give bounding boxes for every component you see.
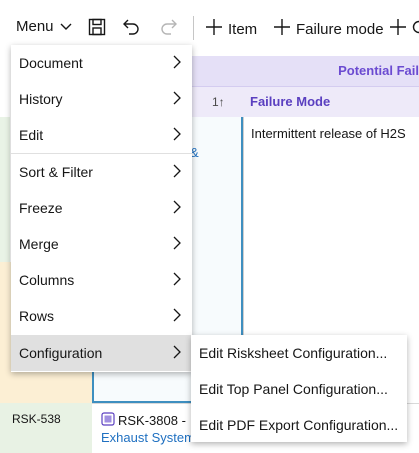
menu-item-edit[interactable]: Edit <box>11 117 192 153</box>
add-failure-mode-button[interactable]: Failure mode <box>273 18 384 40</box>
menu-item-merge[interactable]: Merge <box>11 226 192 262</box>
toolbar-divider <box>193 16 194 40</box>
menu-item-label: History <box>19 91 63 107</box>
submenu-item-edit-pdf-export-config[interactable]: Edit PDF Export Configuration... <box>191 407 407 443</box>
plus-icon <box>389 18 407 40</box>
failure-mode-value: Intermittent release of H2S <box>251 126 406 141</box>
menu-item-label: Columns <box>19 272 75 288</box>
chevron-right-icon <box>172 236 182 253</box>
add-item-button[interactable]: Item <box>205 18 257 40</box>
submenu-item-edit-top-panel-config[interactable]: Edit Top Panel Configuration... <box>191 371 407 407</box>
chevron-right-icon <box>172 164 182 181</box>
menu-item-freeze[interactable]: Freeze <box>11 190 192 226</box>
linked-item-id: RSK-3808 - <box>118 413 186 428</box>
add-more-button[interactable] <box>389 18 419 40</box>
row-id: RSK-538 <box>12 412 61 426</box>
menu-item-rows[interactable]: Rows <box>11 298 192 334</box>
chevron-right-icon <box>172 127 182 144</box>
linked-item-link[interactable]: Exhaust System <box>101 430 195 445</box>
submenu-item-edit-risksheet-config[interactable]: Edit Risksheet Configuration... <box>191 335 407 371</box>
menu-item-document[interactable]: Document <box>11 45 192 81</box>
plus-icon <box>273 18 291 40</box>
chevron-right-icon <box>172 272 182 289</box>
redo-icon[interactable] <box>159 17 179 37</box>
menu-item-label: Freeze <box>19 200 63 216</box>
chevron-right-icon <box>172 200 182 217</box>
plus-icon <box>205 18 223 40</box>
chevron-down-icon <box>60 18 72 35</box>
menu-item-label: Merge <box>19 236 59 252</box>
item-type-icon <box>101 412 115 429</box>
undo-icon[interactable] <box>121 17 141 37</box>
menu-label: Menu <box>16 18 54 35</box>
main-menu-dropdown: Document History Edit Sort & Filter Free… <box>11 45 192 372</box>
configuration-submenu: Edit Risksheet Configuration... Edit Top… <box>191 335 407 442</box>
add-item-label: Item <box>228 20 258 38</box>
chevron-right-icon <box>172 308 182 325</box>
menu-item-columns[interactable]: Columns <box>11 262 192 298</box>
chevron-right-icon <box>172 91 182 108</box>
sort-indicator[interactable]: 1↑ <box>212 95 225 109</box>
row-id-cell[interactable] <box>0 403 92 453</box>
menu-item-label: Edit <box>19 127 44 143</box>
menu-item-label: Rows <box>19 308 55 324</box>
chevron-right-icon <box>172 345 182 362</box>
group-title: Potential Fail <box>338 63 419 78</box>
menu-item-label: Sort & Filter <box>19 164 93 180</box>
menu-item-configuration[interactable]: Configuration <box>11 335 192 371</box>
row-cell-left <box>0 117 10 262</box>
chevron-right-icon <box>172 55 182 72</box>
menu-item-label: Document <box>19 55 83 71</box>
save-icon[interactable] <box>87 17 107 37</box>
add-failure-mode-label: Failure mode <box>296 20 384 38</box>
menu-item-sort-filter[interactable]: Sort & Filter <box>11 154 192 190</box>
menu-item-label: Configuration <box>19 345 103 361</box>
column-header-failure-mode[interactable]: Failure Mode <box>250 94 330 109</box>
overflow-indicator <box>412 20 419 38</box>
linked-item[interactable]: RSK-3808 - <box>101 412 186 429</box>
menu-button[interactable]: Menu <box>16 18 72 35</box>
menu-item-history[interactable]: History <box>11 81 192 117</box>
